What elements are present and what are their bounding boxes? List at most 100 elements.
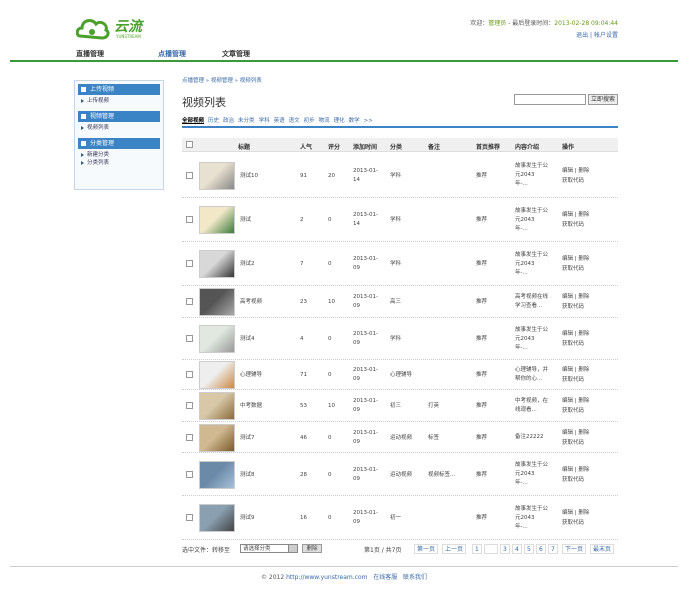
category-politics[interactable]: 政治 [223, 118, 234, 124]
video-thumbnail[interactable] [199, 361, 235, 389]
get-code-link[interactable]: 获取代码 [562, 376, 584, 385]
edit-link[interactable]: 编辑 [562, 510, 573, 516]
page-1[interactable]: 1 [472, 544, 482, 554]
edit-link[interactable]: 编辑 [562, 212, 573, 218]
video-title[interactable]: 测试9 [240, 514, 255, 523]
tab-live[interactable]: 直播管理 [76, 49, 104, 59]
video-thumbnail[interactable] [199, 206, 235, 234]
category-subject[interactable]: 学科 [259, 118, 270, 124]
delete-link[interactable]: 删除 [578, 331, 589, 337]
row-checkbox[interactable] [186, 335, 193, 342]
row-checkbox[interactable] [186, 298, 193, 305]
video-title[interactable]: 测试10 [240, 172, 258, 181]
sidebar-item-new-category[interactable]: 新建分类 [81, 151, 163, 159]
edit-link[interactable]: 编辑 [562, 294, 573, 300]
breadcrumb[interactable]: 点播管理 » 视频管理 » 视频列表 [182, 76, 262, 84]
edit-link[interactable]: 编辑 [562, 168, 573, 174]
sidebar-item-upload-video[interactable]: 上传视频 [81, 97, 163, 105]
row-checkbox[interactable] [186, 260, 193, 267]
sidebar-group-upload[interactable]: 上传视频 [78, 84, 160, 95]
delete-link[interactable]: 删除 [578, 430, 589, 436]
page-4[interactable]: 4 [512, 544, 522, 554]
category-physics[interactable]: 物流 [319, 118, 330, 124]
video-title[interactable]: 测试8 [240, 471, 255, 480]
contact-link[interactable]: 联系我们 [403, 574, 427, 581]
delete-button[interactable]: 删除 [302, 544, 322, 553]
delete-link[interactable]: 删除 [578, 367, 589, 373]
edit-link[interactable]: 编辑 [562, 467, 573, 473]
category-math[interactable]: 数学 [349, 118, 360, 124]
support-link[interactable]: 在线客服 [373, 574, 397, 581]
search-input[interactable] [514, 94, 586, 105]
sidebar-item-category-list[interactable]: 分类列表 [81, 159, 163, 167]
tab-articles[interactable]: 文章管理 [222, 49, 250, 59]
video-thumbnail[interactable] [199, 460, 235, 489]
chevron-down-icon[interactable] [288, 544, 298, 553]
video-title[interactable]: 中考数据 [240, 402, 262, 411]
account-settings-link[interactable]: 帐户设置 [594, 32, 618, 39]
video-thumbnail[interactable] [199, 423, 235, 452]
get-code-link[interactable]: 获取代码 [562, 221, 584, 230]
page-7[interactable]: 7 [548, 544, 558, 554]
row-checkbox[interactable] [186, 514, 193, 521]
category-all[interactable]: 全部视频 [182, 118, 204, 124]
get-code-link[interactable]: 获取代码 [562, 340, 584, 349]
sidebar-group-category[interactable]: 分类管理 [78, 138, 160, 149]
logout-link[interactable]: 退出 [576, 32, 588, 39]
video-thumbnail[interactable] [199, 288, 235, 316]
next-page-button[interactable]: 下一页 [562, 544, 587, 554]
delete-link[interactable]: 删除 [578, 256, 589, 262]
site-link[interactable]: http://www.yunstream.com [286, 574, 367, 581]
prev-page-button[interactable]: 上一页 [442, 544, 467, 554]
get-code-link[interactable]: 获取代码 [562, 265, 584, 274]
delete-link[interactable]: 删除 [578, 168, 589, 174]
row-checkbox[interactable] [186, 216, 193, 223]
delete-link[interactable]: 删除 [578, 294, 589, 300]
video-thumbnail[interactable] [199, 250, 235, 278]
row-checkbox[interactable] [186, 433, 193, 441]
video-thumbnail[interactable] [199, 504, 235, 532]
delete-link[interactable]: 删除 [578, 398, 589, 404]
video-thumbnail[interactable] [199, 161, 235, 190]
get-code-link[interactable]: 获取代码 [562, 303, 584, 312]
get-code-link[interactable]: 获取代码 [562, 519, 584, 528]
get-code-link[interactable]: 获取代码 [562, 439, 584, 448]
category-junior[interactable]: 初步 [304, 118, 315, 124]
video-thumbnail[interactable] [199, 392, 235, 420]
get-code-link[interactable]: 获取代码 [562, 177, 584, 186]
edit-link[interactable]: 编辑 [562, 256, 573, 262]
video-thumbnail[interactable] [199, 325, 235, 353]
sidebar-group-video-manage[interactable]: 视频管理 [78, 111, 160, 122]
get-code-link[interactable]: 获取代码 [562, 476, 584, 485]
get-code-link[interactable]: 获取代码 [562, 407, 584, 416]
first-page-button[interactable]: 第一页 [414, 544, 439, 554]
delete-link[interactable]: 删除 [578, 467, 589, 473]
edit-link[interactable]: 编辑 [562, 367, 573, 373]
video-title[interactable]: 心理辅导 [240, 371, 262, 380]
edit-link[interactable]: 编辑 [562, 430, 573, 436]
delete-link[interactable]: 删除 [578, 212, 589, 218]
video-title[interactable]: 高考视频 [240, 298, 262, 307]
last-page-button[interactable]: 最末页 [590, 544, 615, 554]
category-history[interactable]: 历史 [208, 118, 219, 124]
category-science[interactable]: 理化 [334, 118, 345, 124]
page-6[interactable]: 6 [536, 544, 546, 554]
edit-link[interactable]: 编辑 [562, 398, 573, 404]
row-checkbox[interactable] [186, 371, 193, 378]
video-title[interactable]: 测试2 [240, 260, 255, 269]
page-5[interactable]: 5 [524, 544, 534, 554]
video-title[interactable]: 测试 [240, 216, 251, 225]
delete-link[interactable]: 删除 [578, 510, 589, 516]
video-title[interactable]: 测试4 [240, 335, 255, 344]
page-input[interactable] [484, 544, 498, 554]
row-checkbox[interactable] [186, 470, 193, 478]
category-chinese[interactable]: 语文 [289, 118, 300, 124]
row-checkbox[interactable] [186, 171, 193, 179]
category-more[interactable]: >> [364, 118, 373, 124]
row-checkbox[interactable] [186, 402, 193, 409]
category-english[interactable]: 英语 [274, 118, 285, 124]
tab-vod[interactable]: 点播管理 [158, 49, 186, 59]
search-button[interactable]: 立即搜索 [588, 94, 618, 105]
video-title[interactable]: 测试7 [240, 434, 255, 443]
category-uncategorized[interactable]: 未分类 [238, 118, 255, 124]
